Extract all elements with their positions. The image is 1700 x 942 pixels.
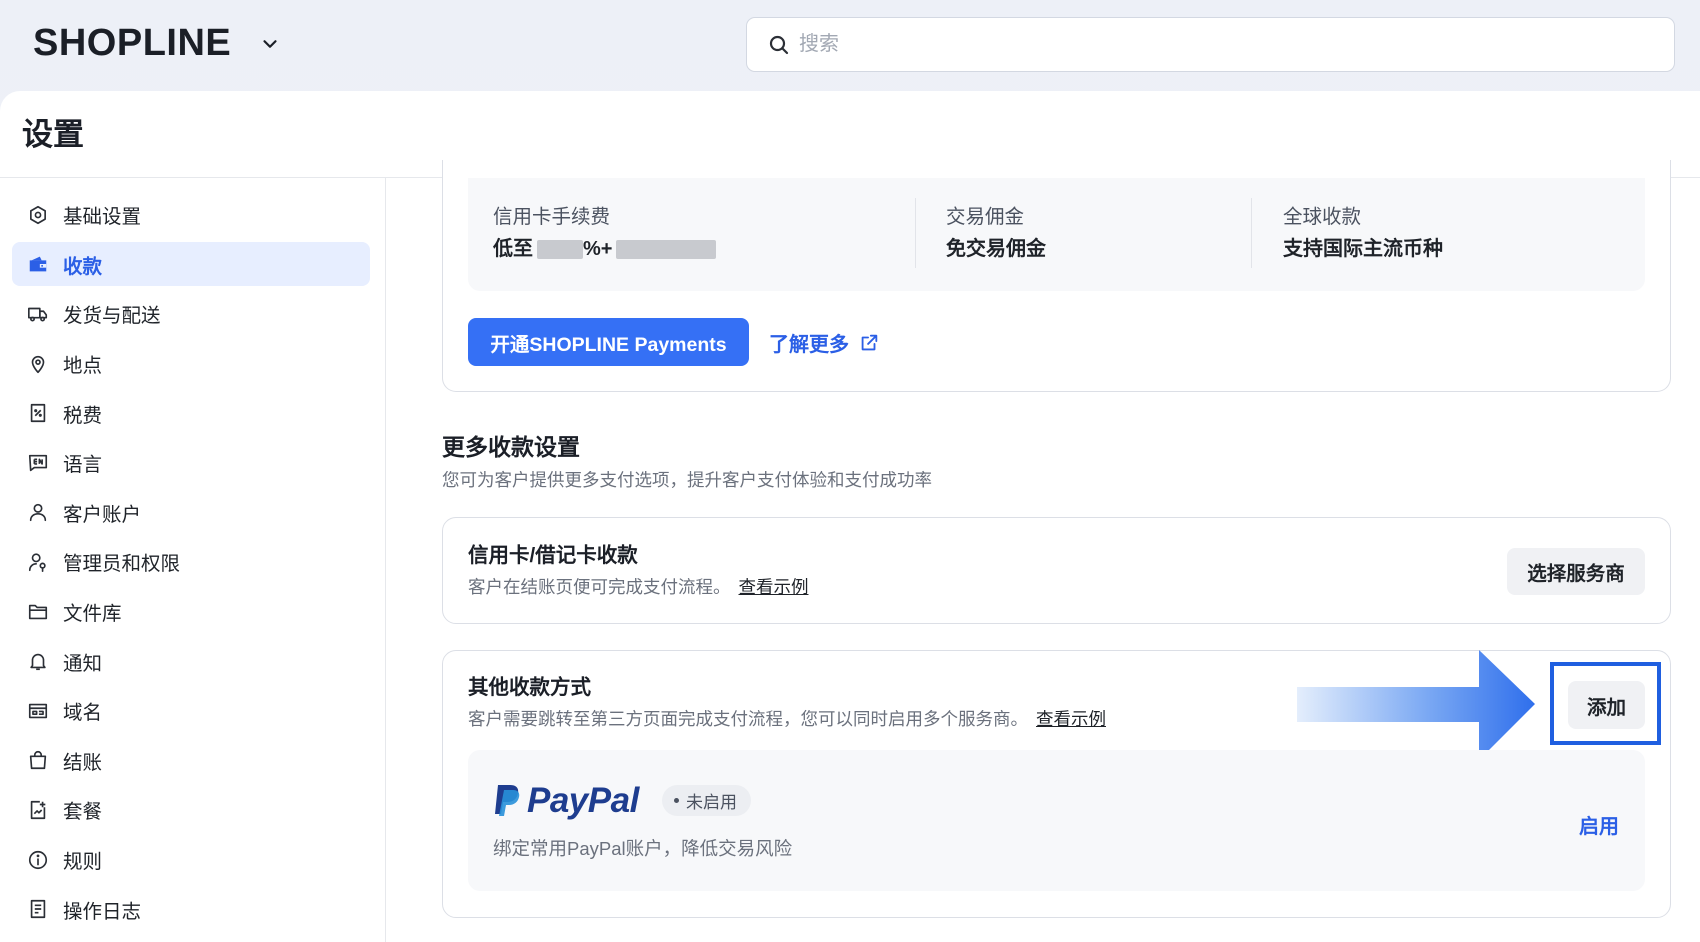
sidebar-item-label: 套餐 — [63, 801, 103, 824]
sidebar-item-notifications[interactable]: 通知 — [12, 636, 370, 686]
shopline-logo[interactable]: SHOPLINE — [33, 20, 231, 66]
stat-divider — [1251, 198, 1252, 268]
status-dot — [674, 798, 679, 803]
sidebar-item-label: 税费 — [63, 404, 103, 427]
learn-more-label: 了解更多 — [769, 334, 849, 356]
paypal-provider-row — [468, 750, 1645, 891]
search-input[interactable] — [799, 33, 1649, 56]
sidebar-item-domains[interactable]: 域名 — [12, 686, 370, 736]
settings-sidebar: 基础设置 收款 发货与配送 地点 税费 语言 客户账户 管理员和权限 文件库 通… — [0, 178, 386, 942]
status-badge-label: 未启用 — [686, 793, 737, 812]
user-key-icon — [27, 551, 49, 573]
other-payments-desc-text: 客户需要跳转至第三方页面完成支付流程，您可以同时启用多个服务商。 — [468, 709, 1028, 729]
wallet-icon — [27, 253, 49, 275]
stat-label: 交易佣金 — [946, 206, 1025, 228]
stat-card-fee: 信用卡手续费 低至 %+ — [493, 205, 717, 262]
sidebar-item-taxes[interactable]: 税费 — [12, 388, 370, 438]
truck-icon — [27, 303, 49, 325]
card-payments-desc-text: 客户在结账页便可完成支付流程。 — [468, 577, 731, 597]
sidebar-item-label: 域名 — [63, 702, 103, 725]
sidebar-item-label: 管理员和权限 — [63, 553, 181, 576]
paypal-logo: PayPal — [493, 781, 639, 821]
sidebar-item-rules[interactable]: 规则 — [12, 835, 370, 885]
sidebar-item-shipping[interactable]: 发货与配送 — [12, 289, 370, 339]
sidebar-item-plans[interactable]: 套餐 — [12, 785, 370, 835]
redacted-block — [537, 239, 583, 259]
sidebar-item-locations[interactable]: 地点 — [12, 339, 370, 389]
sidebar-item-label: 客户账户 — [63, 503, 142, 526]
enable-paypal-link[interactable]: 启用 — [1579, 810, 1619, 839]
card-payments-desc: 客户在结账页便可完成支付流程。 查看示例 — [468, 576, 809, 598]
stat-label: 全球收款 — [1283, 206, 1362, 228]
search-bar[interactable] — [746, 17, 1675, 72]
sidebar-item-label: 收款 — [63, 255, 103, 278]
sidebar-item-admins-permissions[interactable]: 管理员和权限 — [12, 537, 370, 587]
sidebar-item-activity-log[interactable]: 操作日志 — [12, 884, 370, 934]
pointer-arrow-icon — [1297, 650, 1535, 760]
sidebar-item-label: 地点 — [63, 355, 103, 378]
sidebar-item-payments[interactable]: 收款 — [12, 242, 370, 287]
more-settings-title: 更多收款设置 — [442, 434, 580, 460]
stat-divider — [915, 198, 916, 268]
hexagon-settings-icon — [27, 204, 49, 226]
location-pin-icon — [27, 353, 49, 375]
domain-icon — [27, 700, 49, 722]
status-badge: 未启用 — [662, 785, 751, 816]
page-title: 设置 — [22, 117, 84, 152]
sidebar-item-label: 基础设置 — [63, 206, 142, 229]
paypal-p-icon — [495, 785, 520, 816]
other-payments-title: 其他收款方式 — [468, 676, 591, 699]
stat-value: 低至 %+ — [493, 236, 717, 262]
stat-value-prefix: 低至 — [493, 238, 533, 260]
paypal-name: PayPal — [527, 781, 639, 820]
stat-value-mid: %+ — [583, 238, 613, 260]
info-icon — [27, 849, 49, 871]
sidebar-item-label: 通知 — [63, 652, 103, 675]
other-payments-example-link[interactable]: 查看示例 — [1036, 709, 1106, 729]
other-payments-desc: 客户需要跳转至第三方页面完成支付流程，您可以同时启用多个服务商。 查看示例 — [468, 708, 1106, 730]
shopping-bag-icon — [27, 749, 49, 771]
tax-receipt-icon — [27, 402, 49, 424]
folder-icon — [27, 601, 49, 623]
card-payments-example-link[interactable]: 查看示例 — [739, 577, 809, 597]
sidebar-item-label: 语言 — [63, 454, 103, 477]
sidebar-item-label: 操作日志 — [63, 900, 142, 923]
stat-label: 信用卡手续费 — [493, 206, 611, 228]
stat-value: 支持国际主流币种 — [1283, 238, 1443, 260]
search-icon — [769, 35, 789, 54]
log-icon — [27, 898, 49, 920]
activate-shopline-payments-button[interactable]: 开通SHOPLINE Payments — [468, 318, 749, 366]
sidebar-item-checkout[interactable]: 结账 — [12, 736, 370, 786]
learn-more-link[interactable]: 了解更多 — [769, 328, 880, 357]
sidebar-item-basic-settings[interactable]: 基础设置 — [12, 190, 370, 240]
highlight-box — [1550, 662, 1661, 745]
stat-card-commission: 交易佣金 免交易佣金 — [946, 205, 1046, 262]
paypal-desc: 绑定常用PayPal账户，降低交易风险 — [493, 838, 793, 859]
sidebar-item-label: 文件库 — [63, 603, 122, 626]
sidebar-item-label: 结账 — [63, 751, 103, 774]
select-provider-button[interactable]: 选择服务商 — [1507, 548, 1645, 595]
external-link-icon — [861, 334, 878, 350]
stat-card-global: 全球收款 支持国际主流币种 — [1283, 205, 1443, 262]
sidebar-item-label: 规则 — [63, 851, 103, 874]
bell-icon — [27, 650, 49, 672]
stat-value: 免交易佣金 — [946, 238, 1046, 260]
sidebar-item-language[interactable]: 语言 — [12, 438, 370, 488]
redacted-block — [616, 239, 717, 259]
card-payments-title: 信用卡/借记卡收款 — [468, 544, 638, 567]
chevron-down-icon[interactable] — [259, 33, 281, 55]
user-icon — [27, 501, 49, 523]
sidebar-item-file-library[interactable]: 文件库 — [12, 587, 370, 637]
language-icon — [27, 452, 49, 474]
more-settings-subtitle: 您可为客户提供更多支付选项，提升客户支付体验和支付成功率 — [442, 470, 932, 490]
plan-icon — [27, 799, 49, 821]
sidebar-item-customer-accounts[interactable]: 客户账户 — [12, 488, 370, 538]
card-payments-card — [442, 517, 1671, 624]
sidebar-item-label: 发货与配送 — [63, 305, 161, 328]
